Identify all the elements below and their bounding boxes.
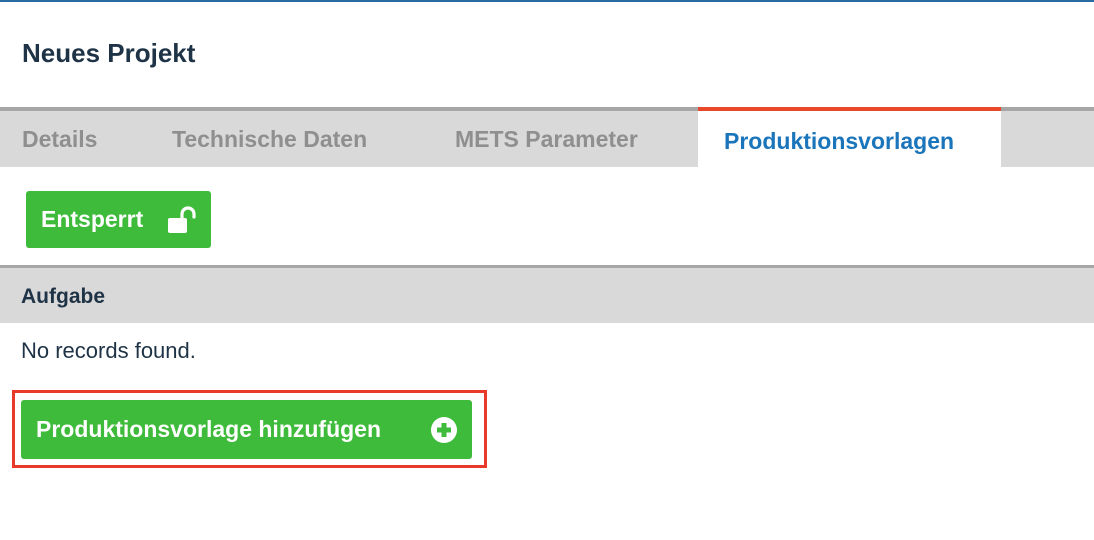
page-title: Neues Projekt: [22, 38, 196, 68]
tab-technische-daten[interactable]: Technische Daten: [172, 111, 367, 167]
add-button-label: Produktionsvorlage hinzufügen: [36, 416, 382, 442]
lock-toggle-button[interactable]: Entsperrt: [26, 191, 211, 248]
empty-table-message: No records found.: [21, 338, 196, 363]
tab-produktionsvorlagen[interactable]: Produktionsvorlagen: [698, 107, 1001, 167]
unlocked-icon: [168, 206, 196, 233]
top-border-line: [0, 0, 1094, 2]
add-production-template-button[interactable]: Produktionsvorlage hinzufügen: [21, 400, 472, 459]
lock-button-label: Entsperrt: [41, 206, 144, 232]
tab-bar: Details Technische Daten METS Parameter …: [0, 107, 1094, 167]
tab-details[interactable]: Details: [22, 111, 97, 167]
column-header-aufgabe: Aufgabe: [21, 285, 105, 308]
table-header: Aufgabe: [0, 265, 1094, 323]
plus-circle-icon: [431, 417, 457, 443]
tab-mets-parameter[interactable]: METS Parameter: [455, 111, 638, 167]
